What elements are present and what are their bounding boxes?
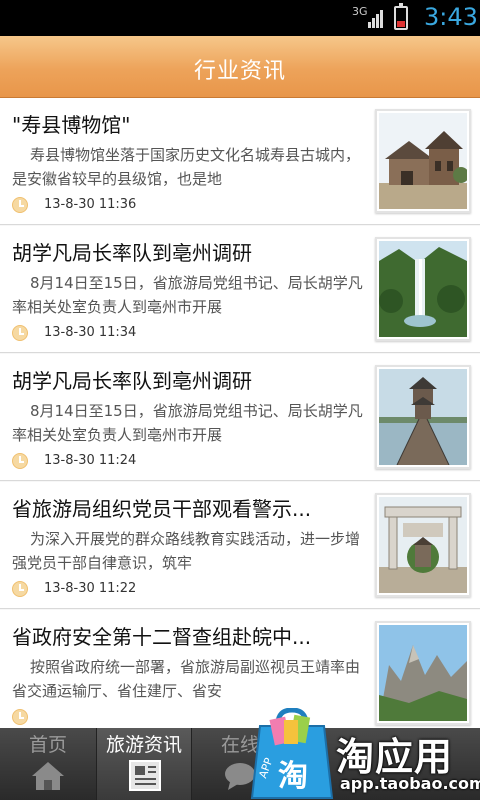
clock-icon	[12, 709, 28, 725]
news-thumbnail[interactable]	[375, 365, 471, 469]
news-headline: 省旅游局组织党员干部观看警示...	[12, 497, 312, 521]
bag-char: 淘	[278, 759, 308, 794]
news-thumbnail[interactable]	[375, 237, 471, 341]
tab-home[interactable]: 首页	[0, 728, 96, 800]
shopping-bag-logo: APP 淘	[250, 708, 334, 799]
news-item[interactable]: 胡学凡局长率队到亳州调研 8月14日至15日，省旅游局党组书记、局长胡学凡率相关…	[0, 226, 480, 353]
news-date: 13-8-30 11:36	[44, 197, 137, 212]
signal-icon	[368, 8, 384, 28]
news-summary: 寿县博物馆坐落于国家历史文化名城寿县古城内，是安徽省较早的县级馆，也是地	[12, 146, 361, 188]
news-headline: "寿县博物馆"	[12, 113, 131, 137]
news-date: 13-8-30 11:22	[44, 581, 137, 596]
clock-icon	[12, 581, 28, 597]
news-item[interactable]: "寿县博物馆" 寿县博物馆坐落于国家历史文化名城寿县古城内，是安徽省较早的县级馆…	[0, 98, 480, 225]
tab-label: 首页	[28, 734, 67, 756]
news-summary: 按照省政府统一部署，省旅游局副巡视员王靖率由省交通运输厅、省住建厅、省安	[12, 658, 361, 700]
museum-building-photo	[379, 113, 467, 209]
news-headline: 胡学凡局长率队到亳州调研	[12, 369, 252, 393]
title-bar: 行业资讯	[0, 36, 480, 98]
news-thumbnail[interactable]	[375, 493, 471, 597]
clock-icon	[12, 197, 28, 213]
news-item[interactable]: 省旅游局组织党员干部观看警示... 为深入开展党的群众路线教育实践活动，进一步增…	[0, 482, 480, 609]
brand-url: app.taobao.com	[340, 774, 480, 793]
memorial-archway-photo	[379, 497, 467, 593]
clock-icon	[12, 325, 28, 341]
news-list[interactable]: "寿县博物馆" 寿县博物馆坐落于国家历史文化名城寿县古城内，是安徽省较早的县级馆…	[0, 98, 480, 728]
lake-pavilion-bridge-photo	[379, 369, 467, 465]
brand-name: 淘应用	[336, 735, 454, 779]
home-icon	[32, 762, 64, 790]
battery-icon	[394, 3, 408, 30]
news-headline: 胡学凡局长率队到亳州调研	[12, 241, 252, 265]
tab-travel-news[interactable]: 旅游资讯	[96, 728, 192, 800]
news-date: 13-8-30 11:34	[44, 325, 137, 340]
news-summary: 为深入开展党的群众路线教育实践活动，进一步增强党员干部自律意识，筑牢	[12, 530, 361, 572]
clock-icon	[12, 453, 28, 469]
news-date: 13-8-30 11:24	[44, 453, 137, 468]
tab-label: 旅游资讯	[105, 734, 182, 756]
news-summary: 8月14日至15日，省旅游局党组书记、局长胡学凡率相关处室负责人到亳州市开展	[12, 402, 363, 444]
news-summary: 8月14日至15日，省旅游局党组书记、局长胡学凡率相关处室负责人到亳州市开展	[12, 274, 363, 316]
news-item[interactable]: 胡学凡局长率队到亳州调研 8月14日至15日，省旅游局党组书记、局长胡学凡率相关…	[0, 354, 480, 481]
network-type: 3G	[352, 5, 368, 18]
page-title: 行业资讯	[193, 59, 286, 84]
waterfall-mountain-photo	[379, 241, 467, 337]
status-bar: 3G 3:43	[0, 0, 480, 36]
news-thumbnail[interactable]	[375, 109, 471, 213]
newspaper-icon	[129, 760, 161, 791]
taobao-watermark: APP 淘 淘应用 app.taobao.com	[240, 700, 480, 800]
news-headline: 省政府安全第十二督查组赴皖中...	[12, 625, 312, 649]
clock-time: 3:43	[424, 3, 478, 31]
